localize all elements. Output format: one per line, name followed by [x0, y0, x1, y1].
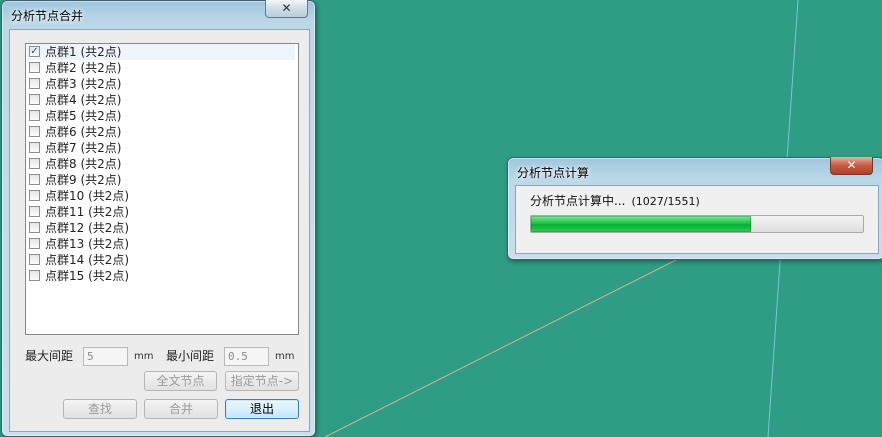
progress-bar-fill	[531, 216, 751, 232]
list-item-label: 点群8 (共2点)	[45, 157, 122, 171]
specify-nodes-button[interactable]: 指定节点->	[225, 371, 299, 391]
list-item[interactable]: 点群15 (共2点)	[27, 268, 295, 284]
checkbox[interactable]	[29, 254, 40, 265]
list-item[interactable]: 点群12 (共2点)	[27, 220, 295, 236]
merge-dialog-title: 分析节点合并	[11, 9, 84, 23]
list-item-label: 点群9 (共2点)	[45, 173, 122, 187]
list-item-label: 点群6 (共2点)	[45, 125, 122, 139]
checkbox[interactable]	[29, 206, 40, 217]
list-item-label: 点群1 (共2点)	[45, 45, 122, 59]
list-item-label: 点群15 (共2点)	[45, 269, 130, 283]
max-spacing-label: 最大间距	[25, 349, 74, 363]
progress-status: 分析节点计算中... (1027/1551)	[530, 194, 700, 209]
list-item[interactable]: 点群5 (共2点)	[27, 108, 295, 124]
list-item-label: 点群3 (共2点)	[45, 77, 122, 91]
list-item[interactable]: 点群3 (共2点)	[27, 76, 295, 92]
checkbox[interactable]	[29, 126, 40, 137]
list-item-label: 点群13 (共2点)	[45, 237, 130, 251]
progress-dialog-close-button[interactable]: ✕	[830, 157, 873, 175]
merge-nodes-dialog: 分析节点合并 ✕ ✓ 点群1 (共2点) 点群2 (共2点) 点群3 (共2点) 点群4…	[1, 0, 316, 437]
list-item-label: 点群12 (共2点)	[45, 221, 130, 235]
list-item[interactable]: 点群2 (共2点)	[27, 60, 295, 76]
checkbox[interactable]	[29, 94, 40, 105]
list-item[interactable]: ✓ 点群1 (共2点)	[27, 44, 295, 60]
list-item-label: 点群11 (共2点)	[45, 205, 130, 219]
list-item-label: 点群14 (共2点)	[45, 253, 130, 267]
list-item-label: 点群5 (共2点)	[45, 109, 122, 123]
min-spacing-label: 最小间距	[166, 349, 215, 363]
list-item[interactable]: 点群11 (共2点)	[27, 204, 295, 220]
checkbox[interactable]	[29, 174, 40, 185]
find-button[interactable]: 查找	[63, 399, 137, 419]
merge-button[interactable]: 合并	[144, 399, 218, 419]
list-item[interactable]: 点群14 (共2点)	[27, 252, 295, 268]
point-group-listbox[interactable]: ✓ 点群1 (共2点) 点群2 (共2点) 点群3 (共2点) 点群4 (共2点) 点群5…	[25, 43, 299, 335]
checkbox[interactable]	[29, 158, 40, 169]
checkbox[interactable]	[29, 238, 40, 249]
checkbox[interactable]	[29, 222, 40, 233]
min-spacing-unit: mm	[275, 351, 295, 362]
exit-button[interactable]: 退出	[225, 399, 299, 419]
list-item[interactable]: 点群9 (共2点)	[27, 172, 295, 188]
checkbox[interactable]	[29, 190, 40, 201]
checkbox[interactable]: ✓	[29, 46, 40, 57]
checkbox[interactable]	[29, 78, 40, 89]
close-icon: ✕	[281, 1, 292, 15]
list-item[interactable]: 点群6 (共2点)	[27, 124, 295, 140]
list-item-label: 点群2 (共2点)	[45, 61, 122, 75]
merge-dialog-body: ✓ 点群1 (共2点) 点群2 (共2点) 点群3 (共2点) 点群4 (共2点) 点群5…	[9, 29, 310, 432]
check-icon: ✓	[30, 46, 39, 57]
list-item-label: 点群7 (共2点)	[45, 141, 122, 155]
min-spacing-input[interactable]: 0.5	[224, 347, 269, 366]
node-calc-progress-dialog: 分析节点计算 ✕ 分析节点计算中... (1027/1551)	[507, 157, 882, 260]
list-item[interactable]: 点群4 (共2点)	[27, 92, 295, 108]
checkbox[interactable]	[29, 142, 40, 153]
list-item[interactable]: 点群7 (共2点)	[27, 140, 295, 156]
close-icon: ✕	[846, 158, 857, 172]
list-item-label: 点群10 (共2点)	[45, 189, 130, 203]
list-item[interactable]: 点群8 (共2点)	[27, 156, 295, 172]
list-item-label: 点群4 (共2点)	[45, 93, 122, 107]
checkbox[interactable]	[29, 270, 40, 281]
max-spacing-unit: mm	[134, 351, 154, 362]
progress-count-text: (1027/1551)	[631, 195, 700, 208]
checkbox[interactable]	[29, 110, 40, 121]
max-spacing-input[interactable]: 5	[83, 347, 128, 366]
checkbox[interactable]	[29, 62, 40, 73]
list-item[interactable]: 点群13 (共2点)	[27, 236, 295, 252]
progress-dialog-title: 分析节点计算	[517, 166, 590, 180]
merge-dialog-close-button[interactable]: ✕	[265, 0, 308, 18]
progress-bar	[530, 215, 864, 233]
full-text-nodes-button[interactable]: 全文节点	[144, 371, 217, 391]
progress-status-text: 分析节点计算中...	[530, 194, 626, 208]
progress-dialog-body: 分析节点计算中... (1027/1551)	[515, 185, 879, 254]
list-item[interactable]: 点群10 (共2点)	[27, 188, 295, 204]
